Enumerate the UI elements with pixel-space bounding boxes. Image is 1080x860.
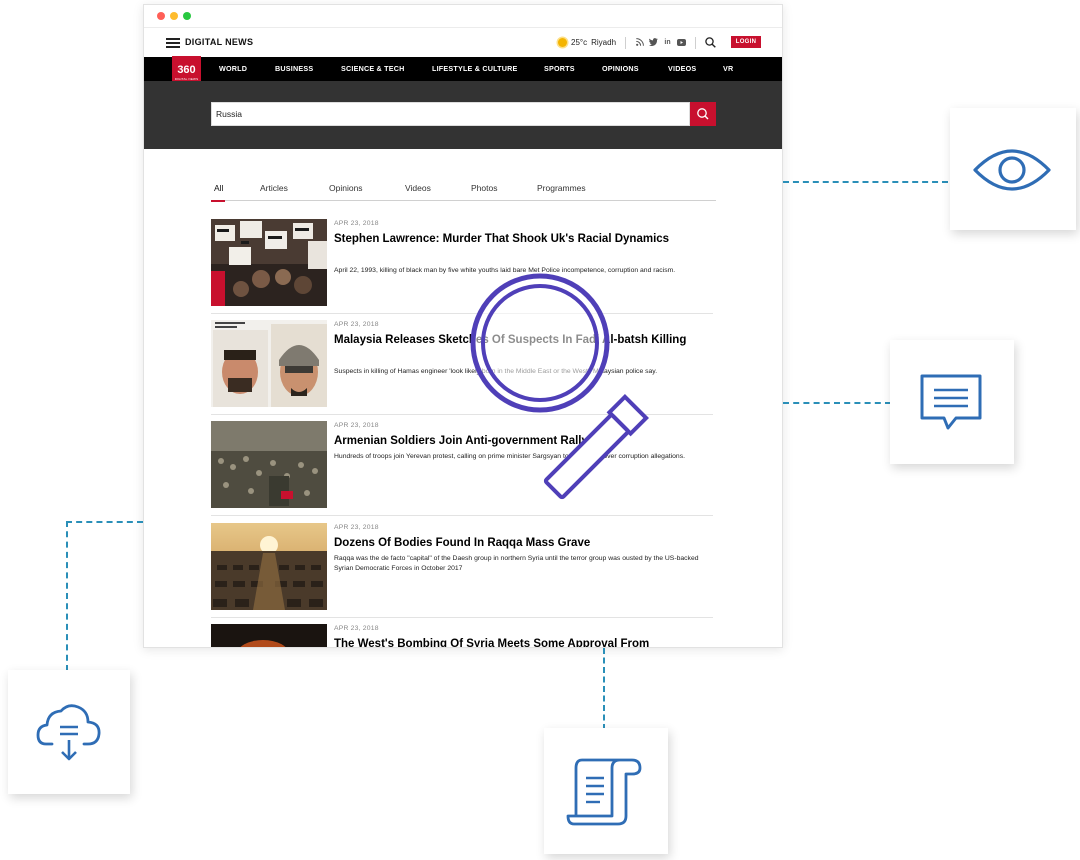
login-button[interactable]: LOGIN (731, 36, 761, 48)
divider (695, 37, 696, 49)
search-submit-button[interactable] (690, 102, 716, 126)
minimize-window-button[interactable] (170, 12, 178, 20)
connector-line (66, 521, 68, 671)
browser-titlebar (144, 5, 782, 28)
nav-item-world[interactable]: WORLD (219, 57, 247, 81)
tab-programmes[interactable]: Programmes (537, 183, 586, 193)
article-date: APR 23, 2018 (334, 220, 379, 227)
active-tab-indicator (211, 200, 225, 202)
chat-message-icon (920, 374, 982, 430)
weather-widget: 25°c Riyadh (558, 35, 616, 49)
article-date: APR 23, 2018 (334, 524, 379, 531)
article-summary: Raqqa was the de facto "capital" of the … (334, 555, 699, 572)
connector-line (66, 521, 143, 523)
search-icon[interactable] (705, 37, 716, 48)
list-item[interactable]: APR 23, 2018 The West's Bombing Of Syria… (211, 618, 713, 647)
article-date: APR 23, 2018 (334, 625, 379, 632)
search-icon (697, 108, 709, 120)
message-feature-card (890, 340, 1014, 464)
divider (211, 515, 713, 516)
site-header: DIGITAL NEWS 25°c Riyadh in LOGIN (144, 28, 782, 57)
article-thumbnail[interactable] (211, 320, 327, 407)
hamburger-menu-icon[interactable] (166, 38, 180, 48)
article-title[interactable]: Dozens Of Bodies Found In Raqqa Mass Gra… (334, 535, 712, 551)
tab-opinions[interactable]: Opinions (329, 183, 363, 193)
nav-item-lifestyle-culture[interactable]: LIFESTYLE & CULTURE (432, 57, 518, 81)
article-thumbnail[interactable] (211, 219, 327, 306)
youtube-icon[interactable] (677, 38, 686, 47)
article-date: APR 23, 2018 (334, 321, 379, 328)
article-title[interactable]: Stephen Lawrence: Murder That Shook Uk's… (334, 231, 712, 247)
article-date: APR 23, 2018 (334, 422, 379, 429)
eye-icon (973, 149, 1051, 191)
nav-item-opinions[interactable]: OPINIONS (602, 57, 639, 81)
document-scroll-icon (566, 758, 642, 826)
search-input[interactable] (212, 103, 689, 125)
magnifier-icon (470, 273, 649, 500)
brand-name[interactable]: DIGITAL NEWS (185, 37, 253, 47)
tab-all[interactable]: All (214, 183, 223, 193)
result-tabs: All Articles Opinions Videos Photos Prog… (211, 181, 716, 202)
linkedin-icon[interactable]: in (663, 38, 672, 47)
connector-line (783, 181, 948, 183)
weather-city: Riyadh (591, 37, 617, 47)
nav-item-science-tech[interactable]: SCIENCE & TECH (341, 57, 405, 81)
list-item[interactable]: APR 23, 2018 Dozens Of Bodies Found In R… (211, 517, 713, 618)
social-links: in (635, 36, 691, 48)
weather-temp: 25°c (571, 37, 588, 47)
close-window-button[interactable] (157, 12, 165, 20)
tab-articles[interactable]: Articles (260, 183, 288, 193)
cloud-download-icon (36, 704, 101, 761)
document-feature-card (544, 728, 668, 854)
tab-photos[interactable]: Photos (471, 183, 497, 193)
article-title[interactable]: The West's Bombing Of Syria Meets Some A… (334, 636, 712, 647)
maximize-window-button[interactable] (183, 12, 191, 20)
search-box (211, 102, 690, 126)
search-band (144, 81, 782, 149)
article-thumbnail[interactable] (211, 523, 327, 610)
connector-line (783, 402, 891, 404)
twitter-icon[interactable] (649, 38, 658, 47)
nav-item-vr[interactable]: VR (723, 57, 733, 81)
divider (625, 37, 626, 49)
main-navigation: 360 DIGITAL NEWS WORLD BUSINESS SCIENCE … (144, 56, 782, 87)
connector-line (603, 648, 605, 730)
article-thumbnail[interactable] (211, 421, 327, 508)
sun-icon (558, 37, 567, 47)
eye-feature-card (950, 108, 1076, 230)
rss-icon[interactable] (635, 38, 644, 47)
nav-item-sports[interactable]: SPORTS (544, 57, 575, 81)
nav-item-videos[interactable]: VIDEOS (668, 57, 696, 81)
tab-videos[interactable]: Videos (405, 183, 431, 193)
download-feature-card (8, 670, 130, 794)
article-thumbnail[interactable] (211, 624, 327, 647)
logo-number: 360 (177, 64, 196, 76)
nav-item-business[interactable]: BUSINESS (275, 57, 313, 81)
